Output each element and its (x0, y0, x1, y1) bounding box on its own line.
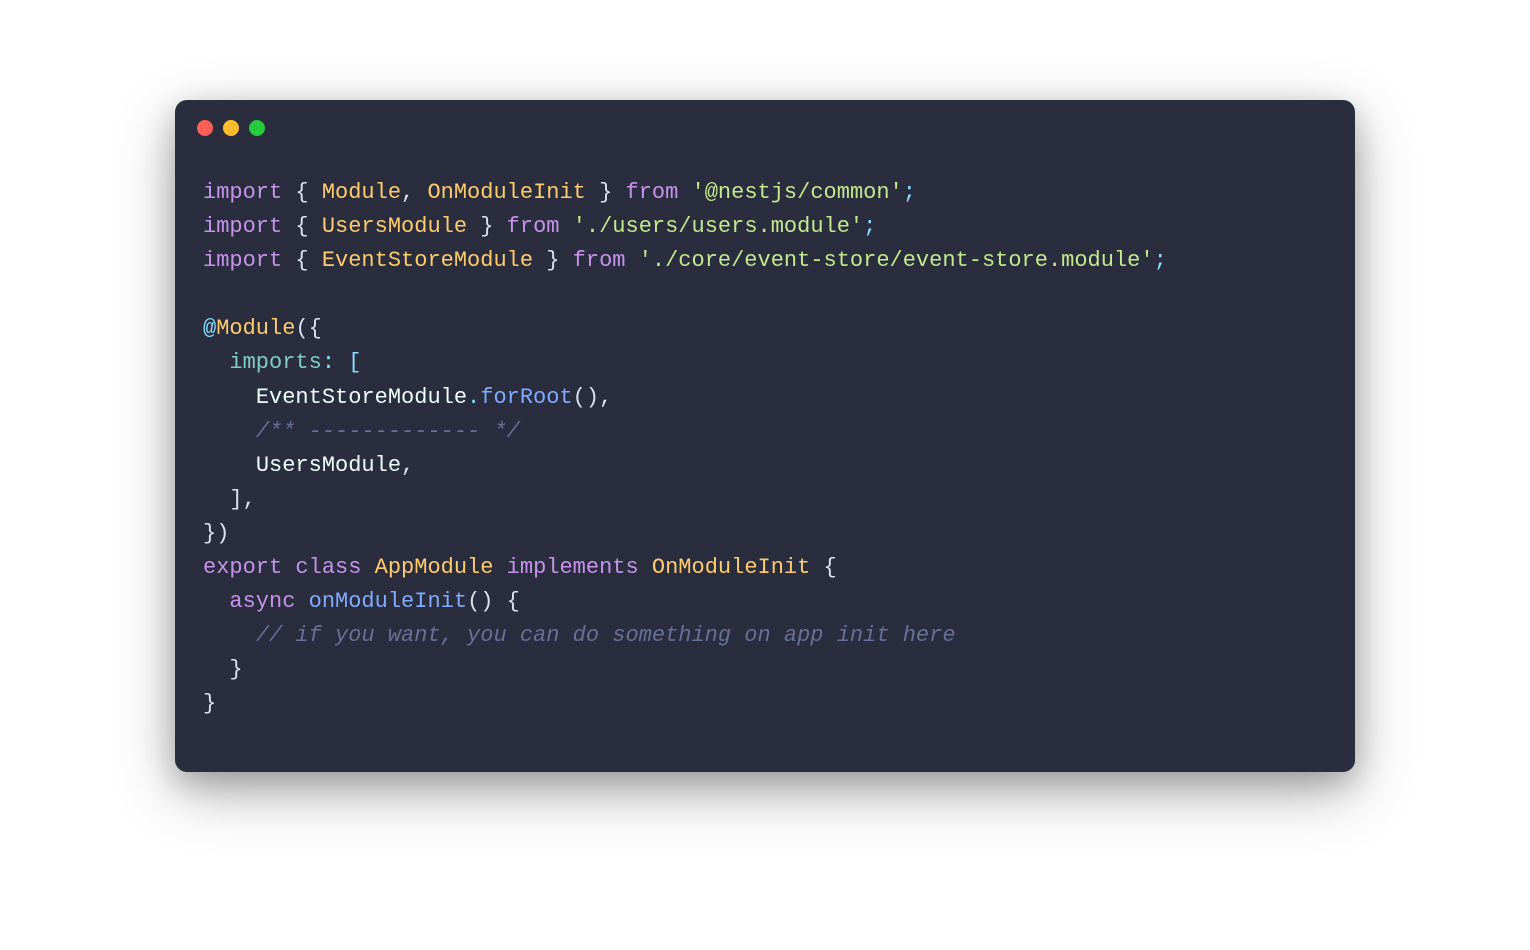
space (295, 589, 308, 614)
brace: { (282, 248, 322, 273)
code-line: } (203, 657, 243, 682)
string-package: './users/users.module' (573, 214, 863, 239)
indent (203, 419, 256, 444)
type-usersmodule: UsersModule (322, 214, 467, 239)
minimize-icon[interactable] (223, 120, 239, 136)
code-line: // if you want, you can do something on … (203, 623, 956, 648)
string-package: '@nestjs/common' (692, 180, 903, 205)
keyword-from: from (626, 180, 679, 205)
keyword-import: import (203, 214, 282, 239)
code-line: UsersModule, (203, 453, 414, 478)
brace: } (533, 248, 573, 273)
type-appmodule: AppModule (375, 555, 494, 580)
zoom-icon[interactable] (249, 120, 265, 136)
decorator-at: @ (203, 316, 216, 341)
space (678, 180, 691, 205)
code-line: @Module({ (203, 316, 322, 341)
indent (203, 453, 256, 478)
semicolon: ; (863, 214, 876, 239)
ident-usersmodule: UsersModule (256, 453, 401, 478)
code-line: /** ------------- */ (203, 419, 520, 444)
brace: } (203, 691, 216, 716)
indent (203, 385, 256, 410)
code-line: import { UsersModule } from './users/use… (203, 214, 876, 239)
indent (203, 657, 229, 682)
comma: , (401, 453, 414, 478)
keyword-class: class (295, 555, 361, 580)
code-line: } (203, 691, 216, 716)
code-line: }) (203, 521, 229, 546)
space (639, 555, 652, 580)
space (810, 555, 823, 580)
parens: (), (573, 385, 613, 410)
space (559, 214, 572, 239)
space (361, 555, 374, 580)
decorator-module: Module (216, 316, 295, 341)
punct: : [ (322, 350, 362, 375)
keyword-implements: implements (507, 555, 639, 580)
code-line: EventStoreModule.forRoot(), (203, 385, 612, 410)
brace: ], (229, 487, 255, 512)
code-line: import { Module, OnModuleInit } from '@n… (203, 180, 916, 205)
dot: . (467, 385, 480, 410)
comment-block: /** ------------- */ (256, 419, 520, 444)
brace: }) (203, 521, 229, 546)
brace: ({ (295, 316, 321, 341)
code-line: imports: [ (203, 350, 361, 375)
code-line: async onModuleInit() { (203, 589, 520, 614)
brace: } (467, 214, 507, 239)
code-line: ], (203, 487, 256, 512)
indent (203, 487, 229, 512)
comment-line: // if you want, you can do something on … (256, 623, 956, 648)
prop-imports: imports (229, 350, 321, 375)
space (625, 248, 638, 273)
keyword-export: export (203, 555, 282, 580)
type-onmoduleinit: OnModuleInit (652, 555, 810, 580)
indent (203, 589, 229, 614)
semicolon: ; (1154, 248, 1167, 273)
keyword-from: from (507, 214, 560, 239)
keyword-import: import (203, 180, 282, 205)
brace: { (824, 555, 837, 580)
brace: } (229, 657, 242, 682)
comma: , (401, 180, 427, 205)
indent (203, 623, 256, 648)
space (493, 589, 506, 614)
keyword-from: from (573, 248, 626, 273)
parens: () (467, 589, 493, 614)
keyword-import: import (203, 248, 282, 273)
code-content[interactable]: import { Module, OnModuleInit } from '@n… (175, 136, 1355, 772)
brace: } (586, 180, 626, 205)
ident-eventstoremodule: EventStoreModule (256, 385, 467, 410)
brace: { (282, 214, 322, 239)
keyword-async: async (229, 589, 295, 614)
code-line: import { EventStoreModule } from './core… (203, 248, 1167, 273)
func-onmoduleinit: onModuleInit (309, 589, 467, 614)
code-editor-window: import { Module, OnModuleInit } from '@n… (175, 100, 1355, 772)
type-eventstoremodule: EventStoreModule (322, 248, 533, 273)
code-line: export class AppModule implements OnModu… (203, 555, 837, 580)
space (493, 555, 506, 580)
semicolon: ; (903, 180, 916, 205)
brace: { (282, 180, 322, 205)
indent (203, 350, 229, 375)
close-icon[interactable] (197, 120, 213, 136)
brace: { (507, 589, 520, 614)
func-forroot: forRoot (480, 385, 572, 410)
space (282, 555, 295, 580)
type-module: Module (322, 180, 401, 205)
window-titlebar (175, 100, 1355, 136)
string-package: './core/event-store/event-store.module' (639, 248, 1154, 273)
type-onmoduleinit: OnModuleInit (427, 180, 585, 205)
